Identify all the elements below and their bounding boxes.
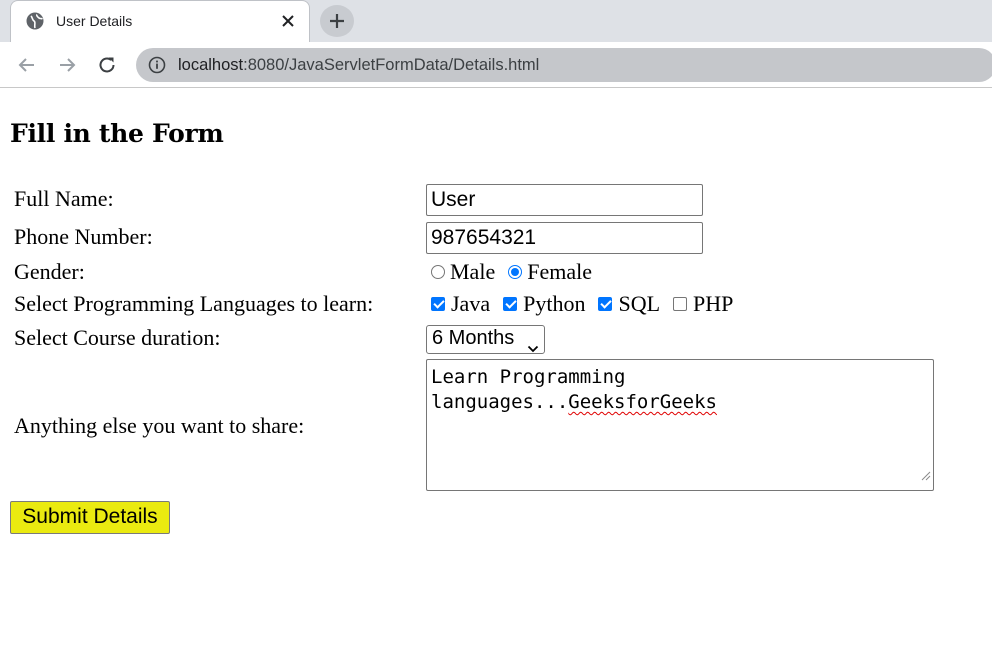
browser-tab-strip: User Details <box>0 0 992 42</box>
course-duration-value: 6 Months <box>432 327 515 349</box>
url-path: :8080/JavaServletFormData/Details.html <box>243 56 540 74</box>
checkbox-sql[interactable] <box>598 297 613 311</box>
full-name-input[interactable] <box>426 184 703 216</box>
url-host: localhost <box>178 56 244 74</box>
resize-grip-icon[interactable] <box>921 463 931 488</box>
languages-label: Select Programming Languages to learn: <box>14 291 374 316</box>
browser-tab[interactable]: User Details <box>10 0 310 42</box>
php-label: PHP <box>693 291 734 316</box>
gender-label: Gender: <box>14 259 85 284</box>
share-label: Anything else you want to share: <box>14 413 305 438</box>
page-title: Fill in the Form <box>10 119 224 148</box>
phone-number-input[interactable] <box>426 222 703 254</box>
new-tab-button[interactable] <box>320 5 354 37</box>
course-duration-label: Select Course duration: <box>14 325 221 350</box>
gender-female-label: Female <box>527 259 592 284</box>
sql-label: SQL <box>618 291 661 316</box>
forward-arrow-icon[interactable] <box>56 54 78 76</box>
address-bar[interactable]: localhost:8080/JavaServletFormData/Detai… <box>136 48 992 82</box>
info-icon[interactable] <box>148 56 166 78</box>
python-label: Python <box>523 291 586 316</box>
chevron-down-icon <box>527 336 539 359</box>
share-textarea[interactable]: Learn Programming languages...GeeksforGe… <box>426 359 934 491</box>
share-text-misspelled: GeeksforGeeks <box>568 391 717 413</box>
gender-male-label: Male <box>450 259 496 284</box>
full-name-label: Full Name: <box>14 186 114 211</box>
browser-toolbar: localhost:8080/JavaServletFormData/Detai… <box>0 42 992 88</box>
gender-radio-male[interactable] <box>431 265 445 279</box>
checkbox-java[interactable] <box>431 297 445 311</box>
languages-options: Java Python SQL PHP <box>431 291 746 317</box>
close-icon[interactable] <box>279 12 297 30</box>
url-text: localhost:8080/JavaServletFormData/Detai… <box>178 56 539 75</box>
java-label: Java <box>451 291 491 316</box>
submit-details-button[interactable]: Submit Details <box>10 501 170 534</box>
reload-icon[interactable] <box>96 54 118 76</box>
checkbox-php[interactable] <box>673 297 688 311</box>
course-duration-select[interactable]: 6 Months <box>426 325 545 354</box>
back-arrow-icon[interactable] <box>16 54 38 76</box>
phone-number-label: Phone Number: <box>14 224 153 249</box>
checkbox-python[interactable] <box>503 297 518 311</box>
globe-icon <box>26 12 44 30</box>
plus-icon <box>330 14 344 28</box>
gender-options: Male Female <box>431 259 605 285</box>
gender-radio-female[interactable] <box>508 265 523 279</box>
tab-title: User Details <box>56 13 133 29</box>
